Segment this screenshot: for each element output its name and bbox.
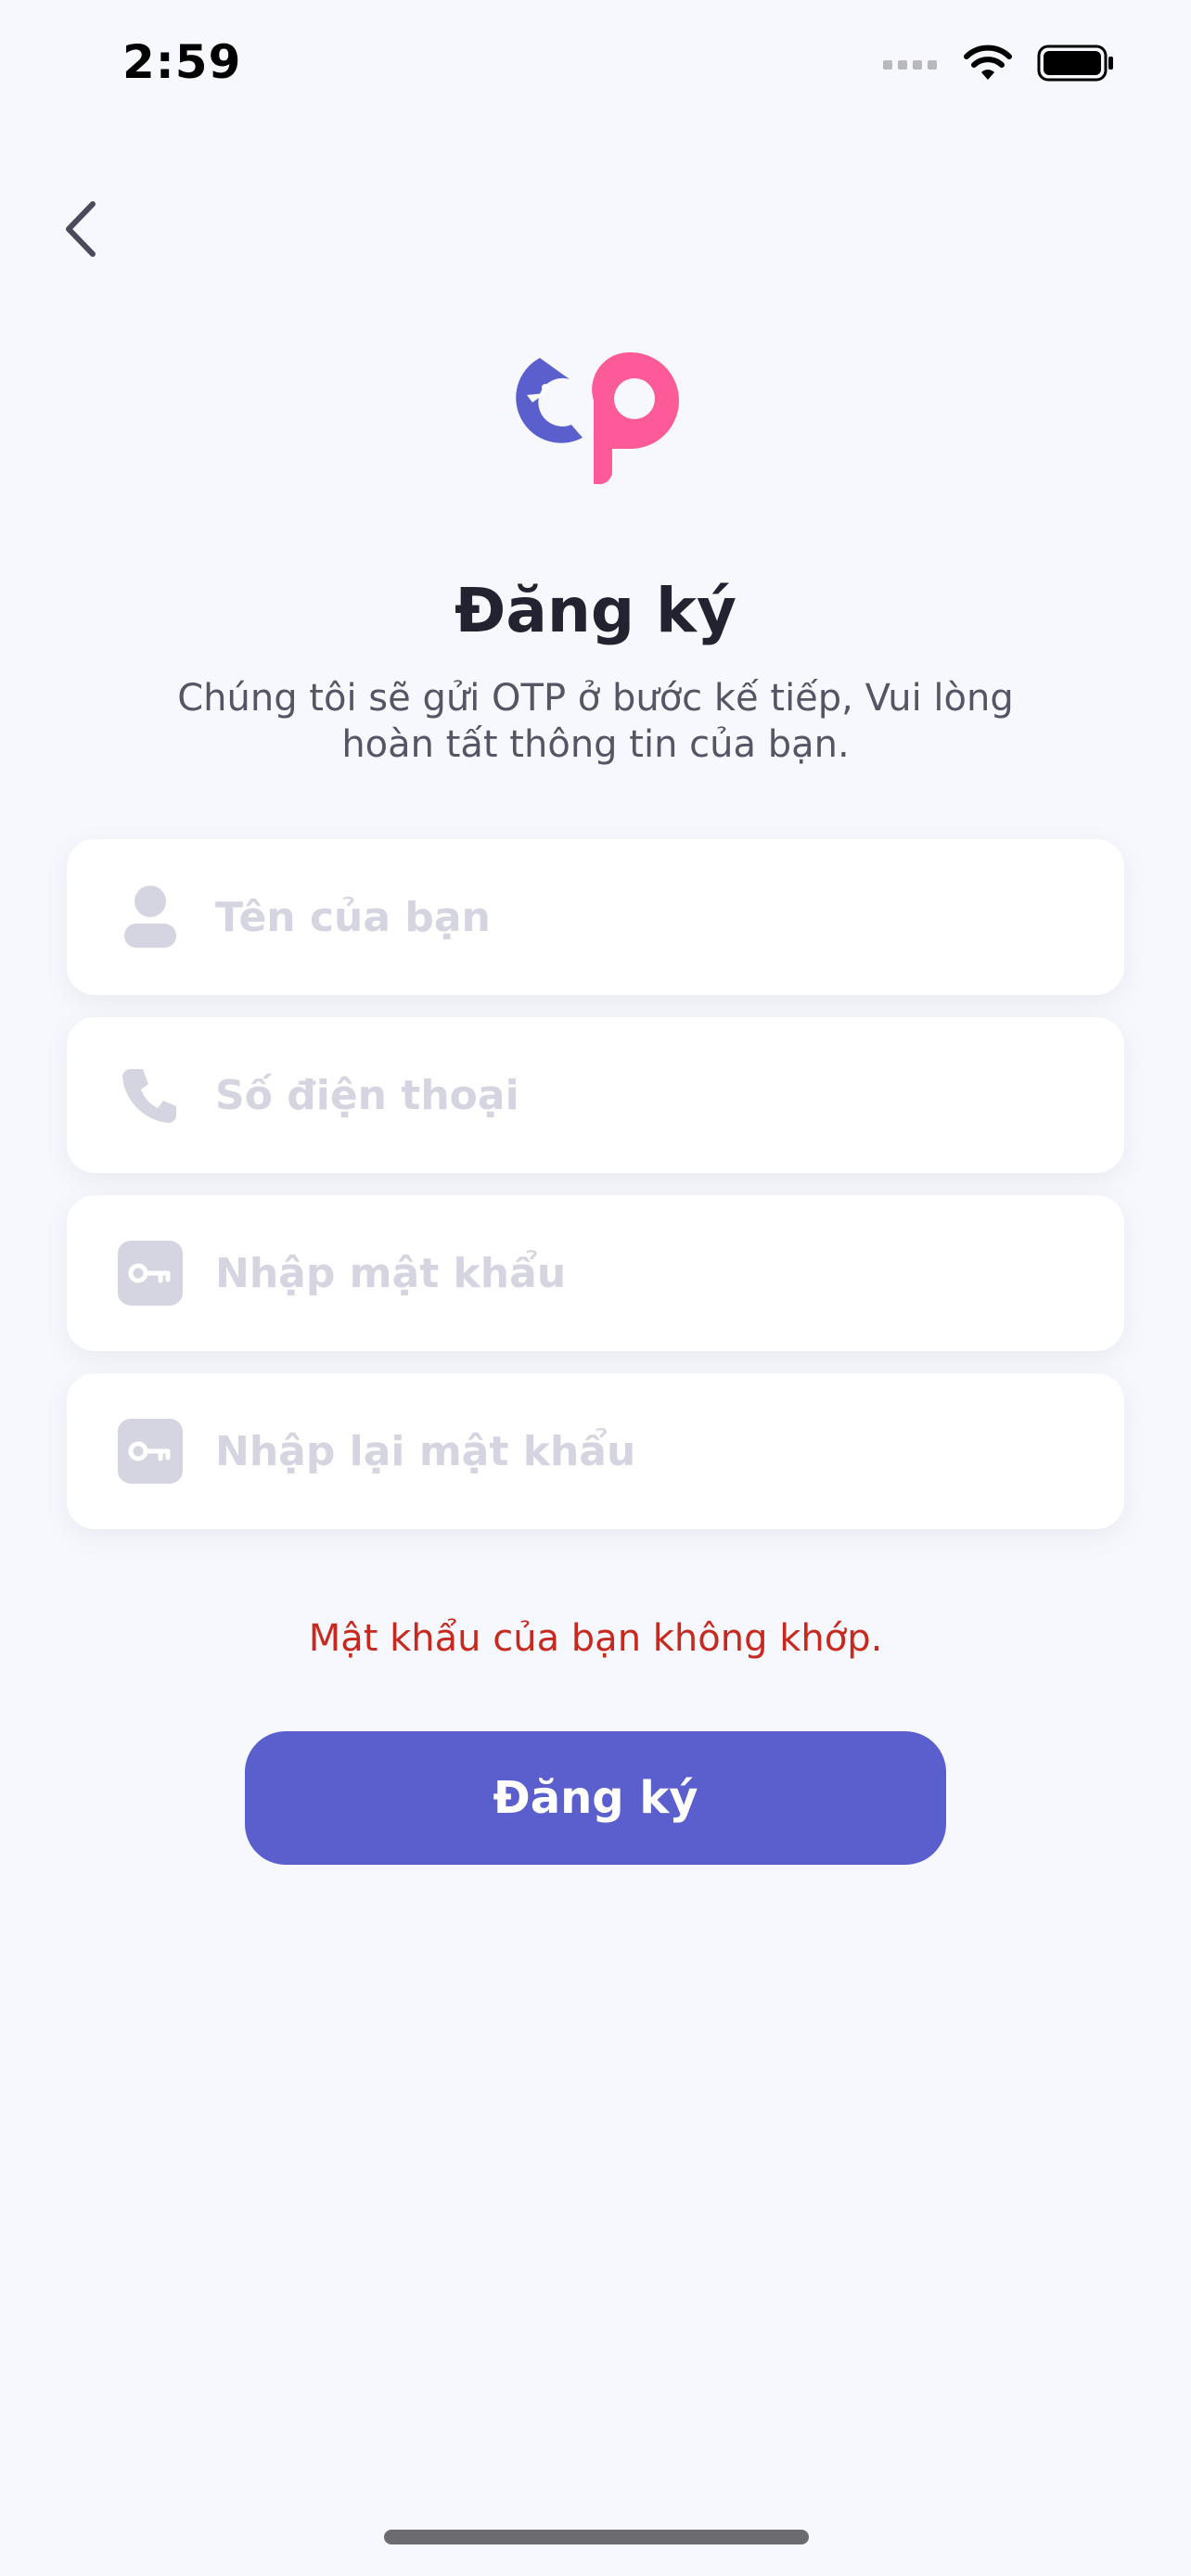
register-button[interactable]: Đăng ký bbox=[245, 1731, 946, 1865]
chevron-left-icon bbox=[66, 201, 96, 257]
phone-icon bbox=[115, 1060, 186, 1130]
page-title: Đăng ký bbox=[455, 575, 736, 646]
key-icon bbox=[115, 1238, 186, 1308]
password-input[interactable] bbox=[213, 1248, 1124, 1298]
key-icon bbox=[115, 1416, 186, 1486]
app-logo bbox=[516, 351, 679, 485]
signal-icon bbox=[883, 60, 937, 70]
page-subtitle: Chúng tôi sẽ gửi OTP ở bước kế tiếp, Vui… bbox=[177, 677, 1014, 766]
password-field[interactable] bbox=[67, 1195, 1124, 1351]
wifi-icon bbox=[964, 45, 1012, 80]
status-bar: 2:59 bbox=[0, 0, 1191, 139]
home-indicator[interactable] bbox=[384, 2530, 809, 2544]
phone-input[interactable] bbox=[213, 1070, 1124, 1120]
user-icon bbox=[115, 882, 186, 952]
error-message: Mật khẩu của bạn không khớp. bbox=[308, 1617, 883, 1660]
confirm-password-input[interactable] bbox=[213, 1426, 1124, 1476]
phone-field[interactable] bbox=[67, 1017, 1124, 1173]
name-field[interactable] bbox=[67, 839, 1124, 995]
status-icons bbox=[883, 45, 1115, 82]
back-button[interactable] bbox=[58, 197, 104, 261]
status-time: 2:59 bbox=[122, 35, 242, 89]
battery-icon bbox=[1037, 45, 1113, 82]
confirm-password-field[interactable] bbox=[67, 1373, 1124, 1529]
name-input[interactable] bbox=[213, 892, 1124, 942]
